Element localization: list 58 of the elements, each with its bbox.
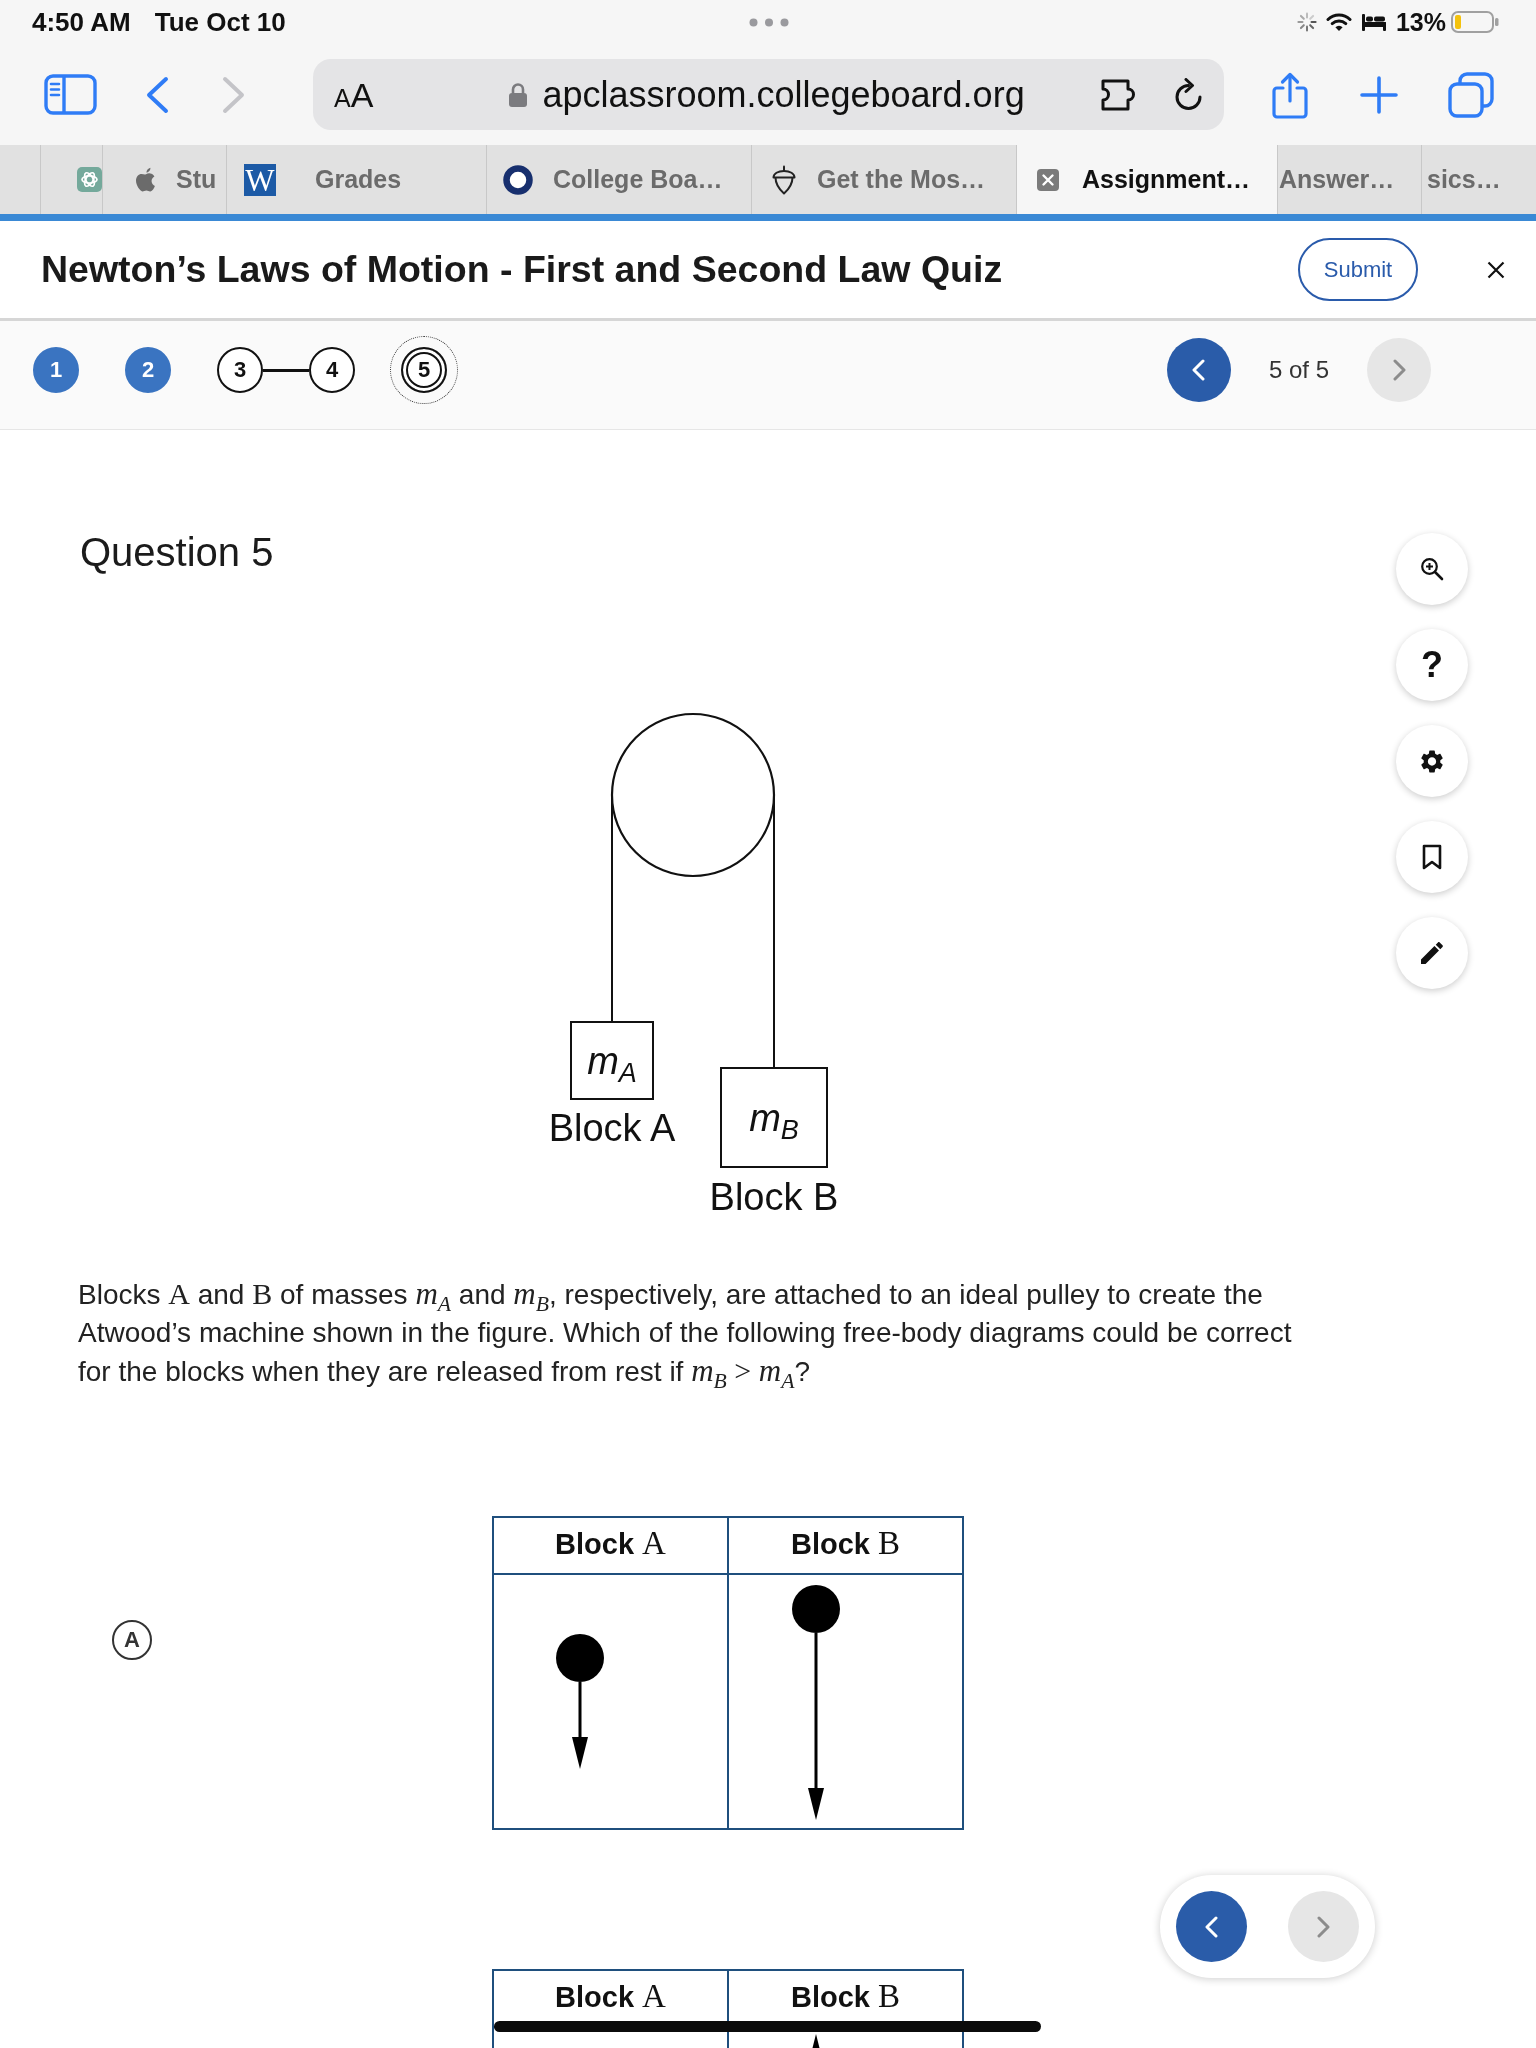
chevron-left-icon xyxy=(1191,359,1207,381)
close-tab-icon[interactable] xyxy=(1037,168,1059,191)
acorn-icon xyxy=(771,164,797,195)
text-size-button[interactable]: AA xyxy=(334,77,374,112)
question-text: Blocks A and B of masses m$_{A}$ and m$_{B}$, respectively, are attached to an ideal pulley to create the Atwood’s machine shown in the figure. Which of the following free-body diagrams could be correct for the blocks when they are released from rest if m$_{B}$ > m$_{A}$? xyxy=(78,1275,1293,1391)
close-icon[interactable] xyxy=(1487,260,1505,279)
chevron-right-icon xyxy=(1391,359,1407,381)
question-number-button[interactable]: 5 xyxy=(401,347,447,393)
lock-icon xyxy=(509,82,528,107)
sidebar-icon[interactable] xyxy=(44,74,97,115)
settings-icon xyxy=(1421,749,1443,773)
address-bar[interactable]: AA apclassroom.collegeboard.org xyxy=(313,59,1224,130)
wifi-icon xyxy=(1325,12,1352,32)
settings-button[interactable] xyxy=(1396,725,1468,797)
column-header: Block A xyxy=(493,1517,728,1574)
annotate-button[interactable] xyxy=(1396,917,1468,989)
multitasking-dots-icon[interactable] xyxy=(749,17,789,27)
question-position: 5 of 5 xyxy=(1268,356,1329,384)
battery-icon xyxy=(1451,11,1499,33)
quiz-title: Newton’s Laws of Motion - First and Second Law Quiz xyxy=(41,248,1003,291)
ring-icon xyxy=(503,164,533,195)
reload-icon[interactable] xyxy=(1174,77,1204,112)
help-button[interactable]: ? xyxy=(1396,629,1468,701)
pencil-icon xyxy=(1421,942,1443,964)
plus-icon[interactable] xyxy=(1359,74,1399,115)
question-number-button[interactable]: 2 xyxy=(125,347,171,393)
date-text: Tue Oct 10 xyxy=(154,6,286,38)
point-mass xyxy=(792,1585,840,1633)
question-number-button[interactable]: 4 xyxy=(309,347,355,393)
bed-icon xyxy=(1361,13,1386,31)
block-label: Block B xyxy=(709,1175,839,1219)
share-icon[interactable] xyxy=(1270,70,1310,119)
question-title: Question 5 xyxy=(80,529,274,575)
url-text: apclassroom.collegeboard.org xyxy=(542,73,1025,116)
tabs-overview-icon[interactable] xyxy=(1447,70,1495,119)
question-number-button[interactable]: 3 xyxy=(217,347,263,393)
zoom-in-icon xyxy=(1420,557,1444,581)
letter-logo: W xyxy=(244,163,276,196)
bookmark-button[interactable] xyxy=(1396,821,1468,893)
loading-spinner-icon xyxy=(1296,12,1317,32)
apple-icon xyxy=(135,166,157,193)
block-label: Block A xyxy=(548,1106,676,1150)
chevron-right-icon xyxy=(1316,1915,1331,1938)
mass-label: m$_{A}$ xyxy=(587,1040,637,1081)
battery-percentage: 13% xyxy=(1395,7,1446,37)
answer-choice-button[interactable]: A xyxy=(112,1620,152,1660)
question-number-button[interactable]: 1 xyxy=(33,347,79,393)
browser-tab[interactable]: Assignment… xyxy=(1017,145,1278,214)
browser-tab[interactable]: sics… xyxy=(1422,145,1536,214)
zoom-in-button[interactable] xyxy=(1396,533,1468,605)
clock-time: 4:50 AM xyxy=(32,6,131,38)
point-mass xyxy=(556,1634,604,1682)
column-header: Block B xyxy=(728,1517,963,1574)
knot-logo-icon xyxy=(77,167,102,192)
chevron-left-icon xyxy=(1204,1915,1219,1938)
back-icon[interactable] xyxy=(144,75,170,114)
submit-button[interactable]: Submit xyxy=(1298,238,1418,301)
mass-label: m$_{B}$ xyxy=(749,1097,799,1138)
